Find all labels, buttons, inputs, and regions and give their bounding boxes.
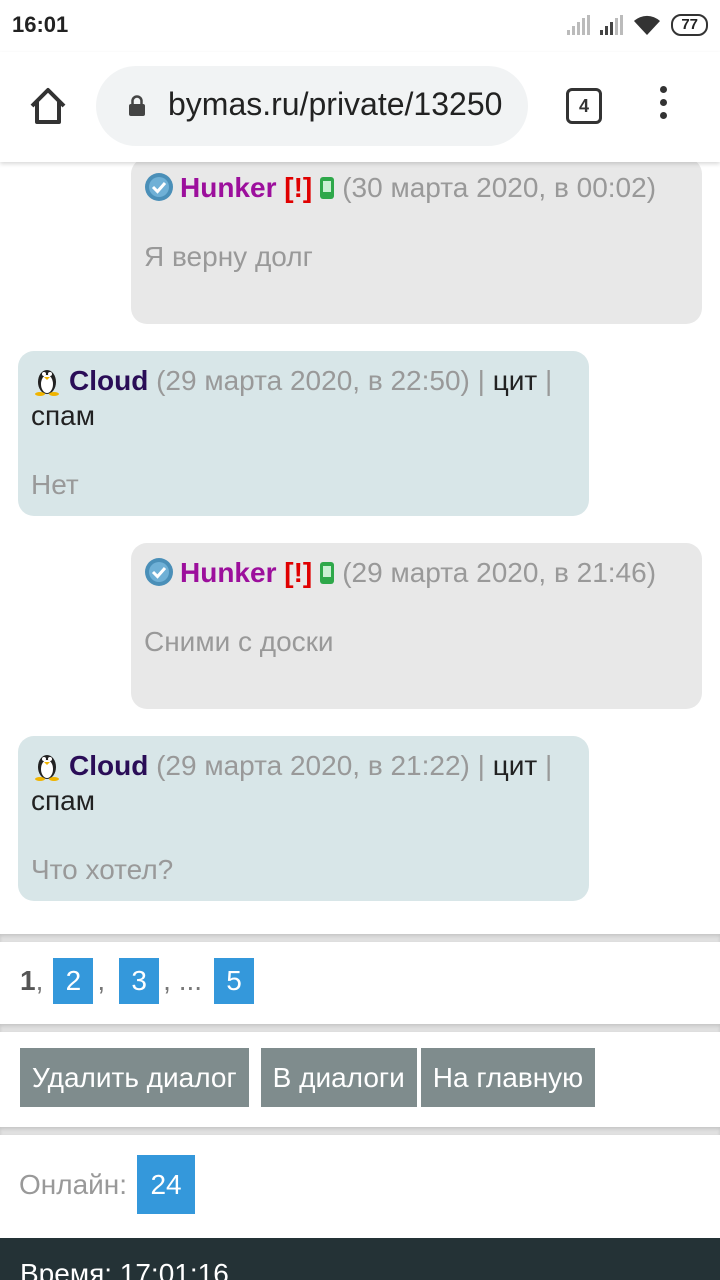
section-divider [0, 1127, 720, 1135]
current-page: 1 [20, 965, 36, 996]
warning-badge: [!] [284, 172, 313, 203]
home-icon[interactable] [26, 84, 70, 128]
tabs-icon[interactable]: 4 [566, 88, 602, 124]
mobile-icon [320, 562, 335, 584]
message-text: Что хотел? [31, 854, 174, 885]
dialogs-button[interactable]: В диалоги [260, 1048, 417, 1107]
section-divider [0, 934, 720, 942]
address-bar[interactable]: bymas.ru/private/13250 [96, 66, 528, 146]
username-link[interactable]: Cloud [69, 750, 148, 781]
separator: | [545, 750, 553, 781]
home-button[interactable]: На главную [420, 1048, 596, 1107]
page-link-5[interactable]: 5 [214, 958, 255, 1004]
url-text[interactable]: bymas.ru/private/13250 [168, 86, 502, 123]
online-counter: Онлайн: 24 [19, 1155, 196, 1214]
status-bar: 16:01 77 [0, 0, 720, 52]
menu-icon[interactable] [656, 86, 670, 126]
status-icons: 77 [567, 14, 708, 36]
message-header: Hunker [!] (30 марта 2020, в 00:02) [144, 170, 690, 205]
section-divider [0, 1024, 720, 1032]
message-date: (29 марта 2020, в 22:50) [156, 365, 470, 396]
message-bubble: Cloud (29 марта 2020, в 22:50) | цит | с… [18, 351, 589, 516]
warning-badge: [!] [284, 557, 313, 588]
message-bubble: Hunker [!] (30 марта 2020, в 00:02) Я вер… [131, 158, 702, 324]
tux-avatar-icon [35, 370, 59, 396]
message-header: Hunker [!] (29 марта 2020, в 21:46) [144, 555, 690, 590]
pagination: 1, 2, 3, ... 5 [20, 958, 258, 1004]
page-ellipsis: , ... [163, 965, 203, 996]
message-header: Cloud (29 марта 2020, в 22:50) | цит | с… [31, 363, 577, 433]
battery-icon: 77 [671, 14, 708, 36]
message-text: Я верну долг [144, 241, 313, 272]
username-link[interactable]: Cloud [69, 365, 148, 396]
separator: | [545, 365, 553, 396]
username-link[interactable]: Hunker [180, 172, 276, 203]
wifi-icon [634, 15, 661, 35]
browser-toolbar: bymas.ru/private/13250 4 [0, 52, 720, 162]
page-separator: , [35, 965, 44, 996]
message-bubble: Cloud (29 марта 2020, в 21:22) | цит | с… [18, 736, 589, 901]
message-date: (29 марта 2020, в 21:46) [342, 557, 657, 588]
message-text: Сними с доски [144, 626, 334, 657]
spam-link[interactable]: спам [31, 785, 95, 816]
online-count-link[interactable]: 24 [137, 1155, 196, 1214]
action-buttons: Удалить диалог В диалоги На главную [20, 1048, 596, 1107]
tux-avatar-icon [35, 755, 59, 781]
spam-link[interactable]: спам [31, 400, 95, 431]
username-link[interactable]: Hunker [180, 557, 276, 588]
quote-link[interactable]: цит [493, 750, 538, 781]
message-header: Cloud (29 марта 2020, в 21:22) | цит | с… [31, 748, 577, 818]
message-text: Нет [31, 469, 79, 500]
page-separator: , [97, 965, 106, 996]
verified-icon [145, 173, 173, 201]
quote-link[interactable]: цит [493, 365, 538, 396]
separator: | [477, 365, 485, 396]
verified-icon [145, 558, 173, 586]
footer: Время: 17:01:16 [0, 1238, 720, 1280]
online-label: Онлайн: [19, 1168, 128, 1200]
server-time: Время: 17:01:16 [20, 1258, 229, 1280]
message-date: (30 марта 2020, в 00:02) [342, 172, 657, 203]
page-link-3[interactable]: 3 [119, 958, 160, 1004]
signal-icon [567, 15, 591, 35]
lock-icon [129, 95, 145, 116]
signal-icon [600, 15, 624, 35]
message-date: (29 марта 2020, в 21:22) [156, 750, 470, 781]
delete-dialog-button[interactable]: Удалить диалог [20, 1048, 249, 1107]
separator: | [477, 750, 485, 781]
page-link-2[interactable]: 2 [53, 958, 94, 1004]
status-time: 16:01 [12, 12, 69, 37]
message-bubble: Hunker [!] (29 марта 2020, в 21:46) Сними… [131, 543, 702, 709]
mobile-icon [320, 177, 335, 199]
